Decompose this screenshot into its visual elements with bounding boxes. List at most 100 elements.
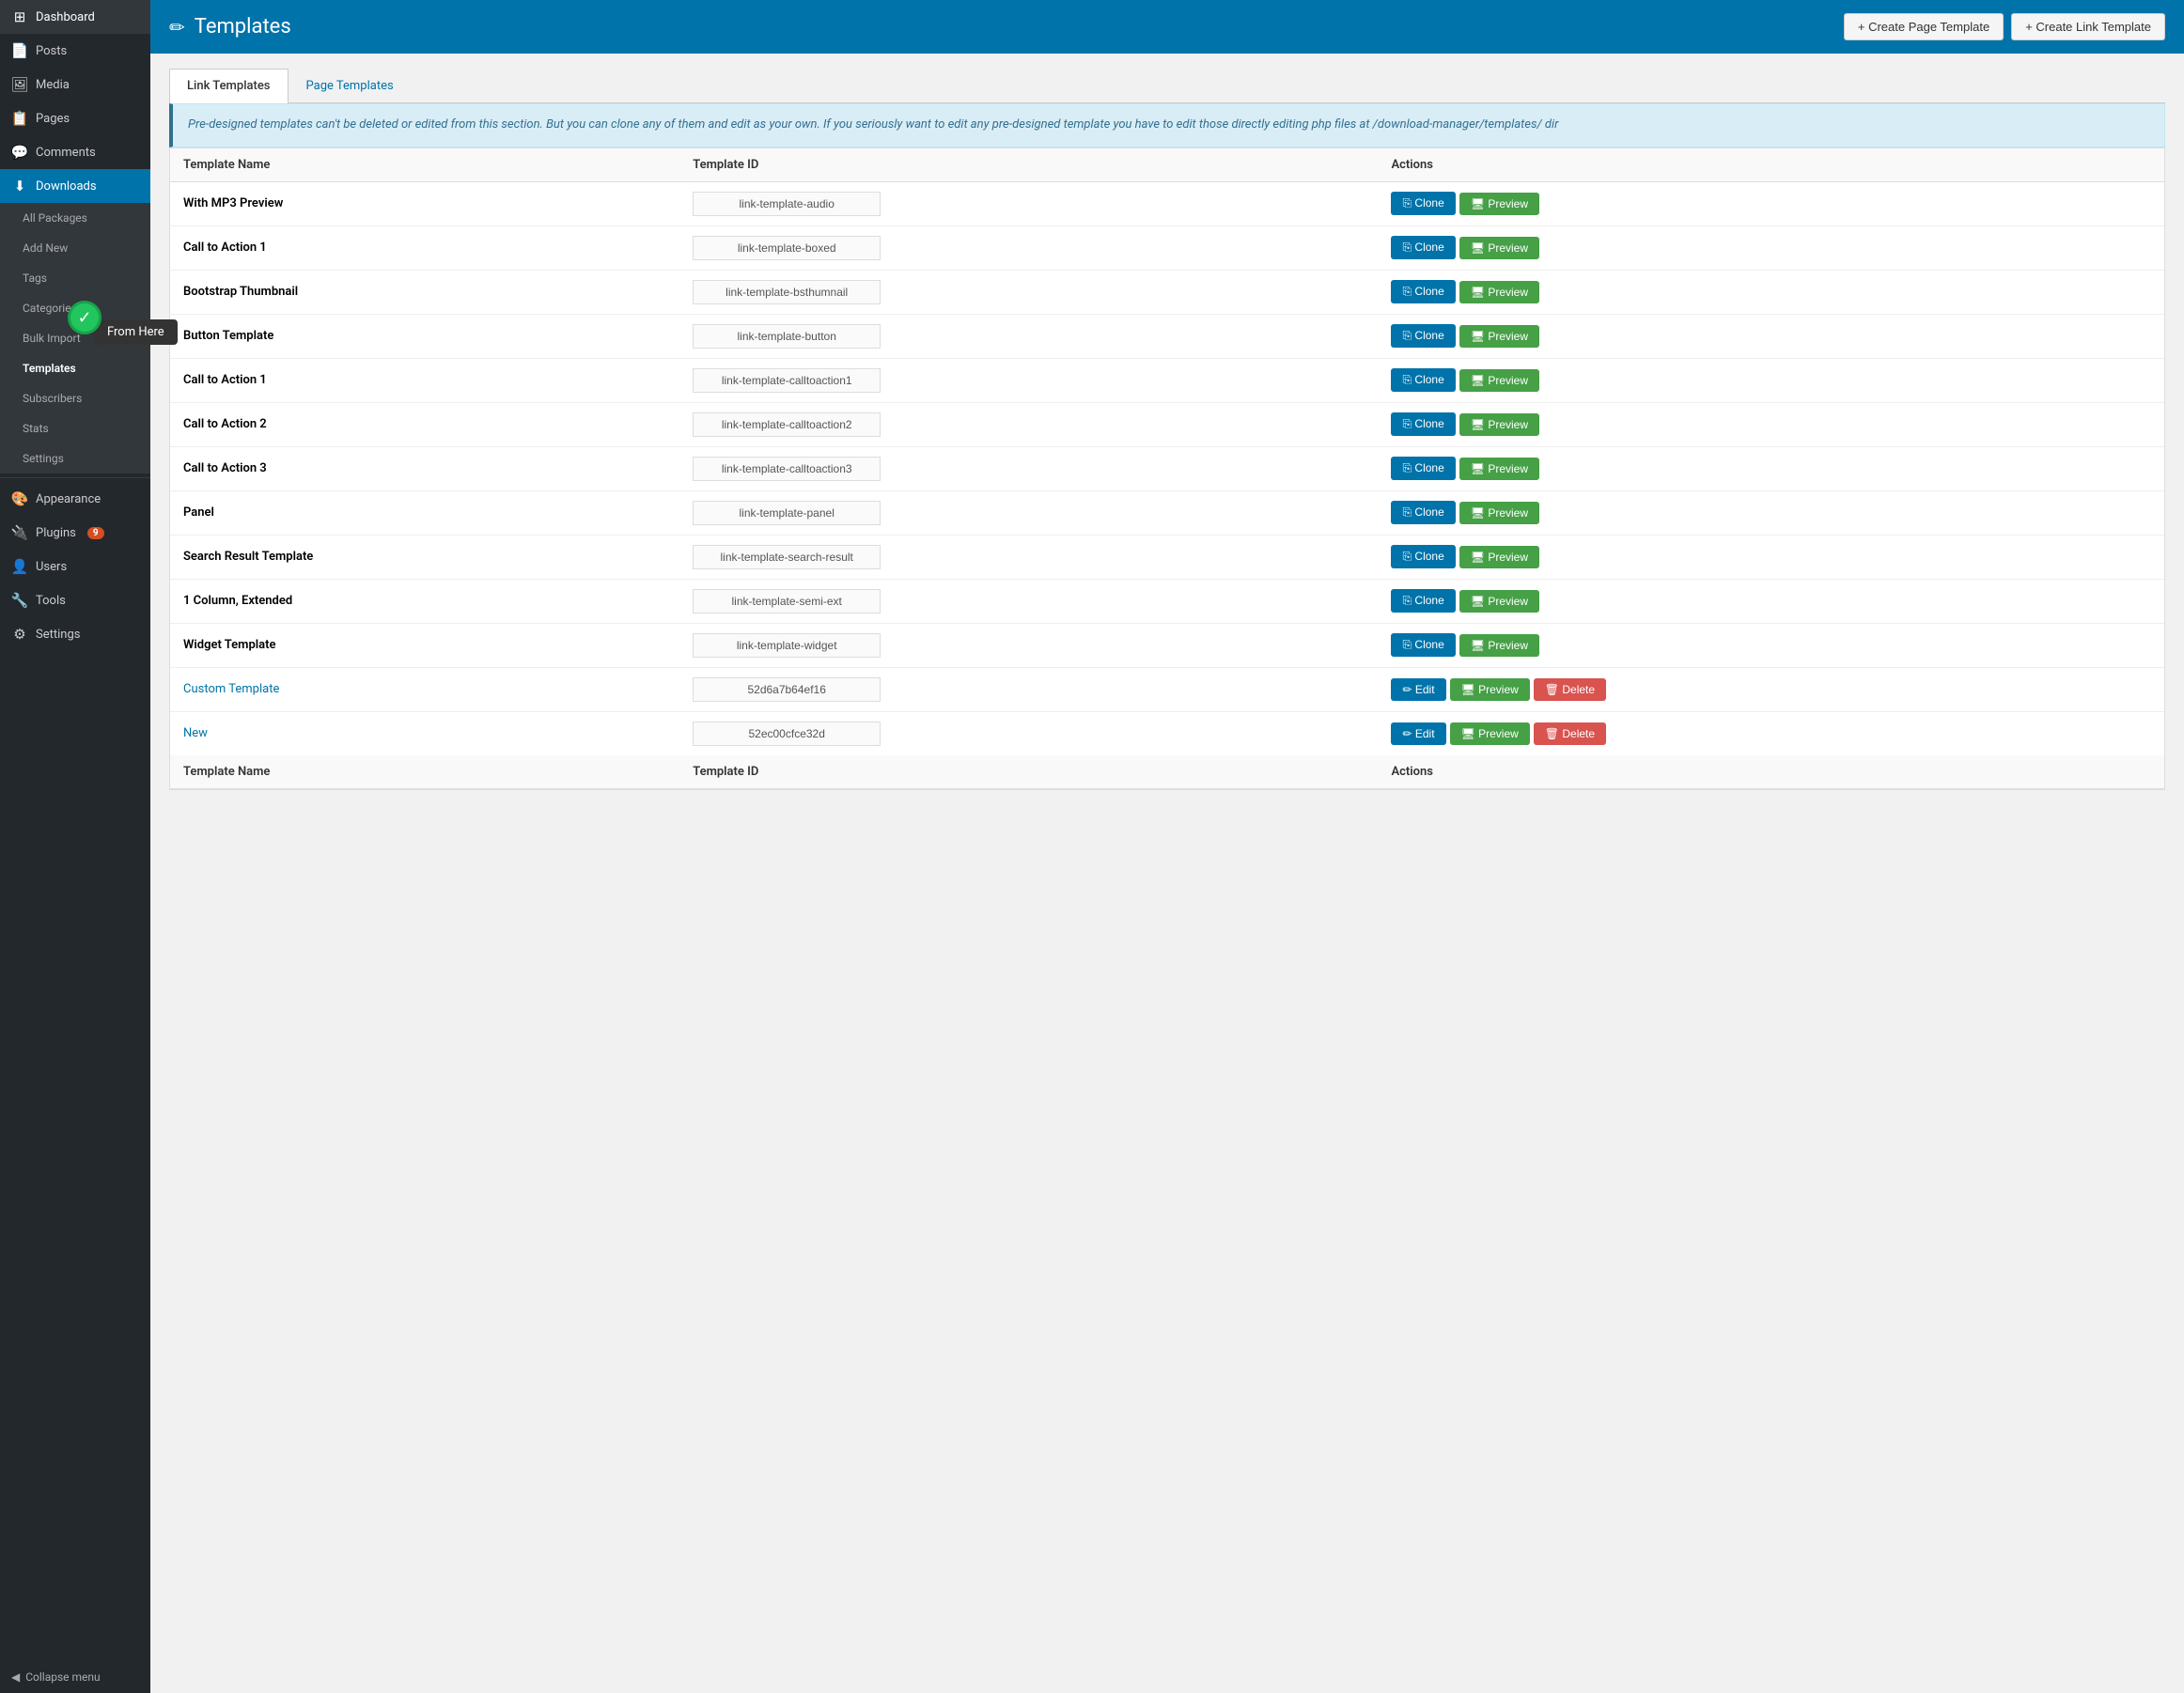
template-id-input[interactable]	[693, 412, 881, 437]
green-check-icon: ✓	[68, 301, 101, 334]
preview-button[interactable]: 🖥 Preview	[1459, 281, 1539, 303]
collapse-menu[interactable]: ◀ Collapse menu	[0, 1661, 150, 1693]
templates-table-wrapper: Template Name Template ID Actions With M…	[169, 148, 2165, 790]
clone-button[interactable]: ⎘ Clone	[1391, 457, 1455, 480]
sidebar-item-plugins[interactable]: 🔌 Plugins 9	[0, 516, 150, 550]
clone-button[interactable]: ⎘ Clone	[1391, 192, 1455, 215]
sidebar-item-dashboard[interactable]: ⊞ Dashboard	[0, 0, 150, 34]
sidebar-item-downloads[interactable]: ⬇ Downloads	[0, 169, 150, 203]
preview-button[interactable]: 🖥 Preview	[1459, 458, 1539, 480]
edit-button[interactable]: ✏ Edit	[1391, 722, 1445, 745]
table-row: With MP3 Preview ⎘ Clone🖥 Preview	[170, 181, 2164, 225]
clone-button[interactable]: ⎘ Clone	[1391, 368, 1455, 392]
preview-button[interactable]: 🖥 Preview	[1459, 369, 1539, 392]
template-name-cell: Call to Action 1	[170, 225, 679, 270]
template-id-input[interactable]	[693, 324, 881, 349]
preview-button[interactable]: 🖥 Preview	[1450, 678, 1530, 701]
template-id-input[interactable]	[693, 677, 881, 702]
sidebar-subitem-subscribers[interactable]: Subscribers	[0, 383, 150, 413]
preview-button[interactable]: 🖥 Preview	[1459, 502, 1539, 524]
clone-button[interactable]: ⎘ Clone	[1391, 589, 1455, 613]
template-id-input[interactable]	[693, 722, 881, 746]
header-buttons: + Create Page Template + Create Link Tem…	[1844, 13, 2165, 40]
preview-button[interactable]: 🖥 Preview	[1459, 546, 1539, 568]
sidebar-subitem-stats[interactable]: Stats	[0, 413, 150, 443]
sidebar-item-appearance[interactable]: 🎨 Appearance	[0, 482, 150, 516]
template-id-input[interactable]	[693, 633, 881, 658]
template-name-link[interactable]: Custom Template	[183, 682, 279, 696]
plugins-badge: 9	[87, 527, 104, 539]
sidebar-subitem-add-new[interactable]: Add New	[0, 233, 150, 263]
content-area: Link Templates Page Templates Pre-design…	[150, 54, 2184, 1693]
template-name-cell: Custom Template	[170, 667, 679, 711]
table-row: Search Result Template⎘ Clone🖥 Preview	[170, 535, 2164, 579]
templates-table: Template Name Template ID Actions With M…	[170, 148, 2164, 789]
template-id-cell	[679, 490, 1378, 535]
sidebar-item-media[interactable]: 🖼 Media	[0, 68, 150, 101]
template-actions-cell: ⎘ Clone🖥 Preview	[1378, 535, 2164, 579]
preview-button[interactable]: 🖥 Preview	[1459, 193, 1539, 215]
dashboard-icon: ⊞	[11, 8, 28, 25]
template-name-link[interactable]: New	[183, 726, 208, 740]
template-name-text: With MP3 Preview	[183, 196, 283, 210]
template-id-cell	[679, 711, 1378, 755]
template-name-cell: Bootstrap Thumbnail	[170, 270, 679, 314]
table-row: Panel⎘ Clone🖥 Preview	[170, 490, 2164, 535]
template-name-cell: 1 Column, Extended	[170, 579, 679, 623]
delete-button[interactable]: 🗑 Delete	[1534, 722, 1606, 745]
posts-icon: 📄	[11, 42, 28, 59]
template-id-input[interactable]	[693, 457, 881, 481]
template-id-input[interactable]	[693, 368, 881, 393]
sidebar-item-tools[interactable]: 🔧 Tools	[0, 583, 150, 617]
delete-button[interactable]: 🗑 Delete	[1534, 678, 1606, 701]
clone-button[interactable]: ⎘ Clone	[1391, 633, 1455, 657]
create-page-template-button[interactable]: + Create Page Template	[1844, 13, 2004, 40]
sidebar-subitem-tags[interactable]: Tags	[0, 263, 150, 293]
sidebar-item-comments[interactable]: 💬 Comments	[0, 135, 150, 169]
template-id-input[interactable]	[693, 236, 881, 260]
sidebar-item-posts[interactable]: 📄 Posts	[0, 34, 150, 68]
sidebar-subitem-all-packages[interactable]: All Packages	[0, 203, 150, 233]
preview-button[interactable]: 🖥 Preview	[1459, 237, 1539, 259]
sidebar-subitem-templates[interactable]: Templates	[0, 353, 150, 383]
edit-button[interactable]: ✏ Edit	[1391, 678, 1445, 701]
appearance-icon: 🎨	[11, 490, 28, 507]
clone-button[interactable]: ⎘ Clone	[1391, 280, 1455, 303]
preview-button[interactable]: 🖥 Preview	[1450, 722, 1530, 745]
users-icon: 👤	[11, 558, 28, 575]
footer-col-template-name: Template Name	[170, 755, 679, 789]
template-id-input[interactable]	[693, 545, 881, 569]
templates-icon: ✏	[169, 16, 185, 39]
create-link-template-button[interactable]: + Create Link Template	[2011, 13, 2165, 40]
clone-button[interactable]: ⎘ Clone	[1391, 236, 1455, 259]
col-template-id: Template ID	[679, 148, 1378, 182]
template-id-cell	[679, 270, 1378, 314]
template-actions-cell: ✏ Edit🖥 Preview🗑 Delete	[1378, 667, 2164, 711]
clone-button[interactable]: ⎘ Clone	[1391, 324, 1455, 348]
tools-icon: 🔧	[11, 592, 28, 609]
template-actions-cell: ⎘ Clone🖥 Preview	[1378, 579, 2164, 623]
template-id-input[interactable]	[693, 192, 881, 216]
template-id-input[interactable]	[693, 280, 881, 304]
preview-button[interactable]: 🖥 Preview	[1459, 413, 1539, 436]
template-id-input[interactable]	[693, 501, 881, 525]
col-template-name: Template Name	[170, 148, 679, 182]
clone-button[interactable]: ⎘ Clone	[1391, 412, 1455, 436]
preview-button[interactable]: 🖥 Preview	[1459, 634, 1539, 657]
template-name-cell: Call to Action 1	[170, 358, 679, 402]
sidebar-subitem-settings[interactable]: Settings	[0, 443, 150, 474]
sidebar-item-pages[interactable]: 📋 Pages	[0, 101, 150, 135]
template-id-input[interactable]	[693, 589, 881, 614]
tab-link-templates[interactable]: Link Templates	[169, 69, 289, 103]
template-id-cell	[679, 667, 1378, 711]
table-footer-row: Template Name Template ID Actions	[170, 755, 2164, 789]
template-actions-cell: ⎘ Clone🖥 Preview	[1378, 446, 2164, 490]
clone-button[interactable]: ⎘ Clone	[1391, 501, 1455, 524]
preview-button[interactable]: 🖥 Preview	[1459, 590, 1539, 613]
sidebar-item-users[interactable]: 👤 Users	[0, 550, 150, 583]
tab-page-templates[interactable]: Page Templates	[289, 69, 412, 102]
plugins-icon: 🔌	[11, 524, 28, 541]
preview-button[interactable]: 🖥 Preview	[1459, 325, 1539, 348]
clone-button[interactable]: ⎘ Clone	[1391, 545, 1455, 568]
sidebar-item-settings[interactable]: ⚙ Settings	[0, 617, 150, 651]
